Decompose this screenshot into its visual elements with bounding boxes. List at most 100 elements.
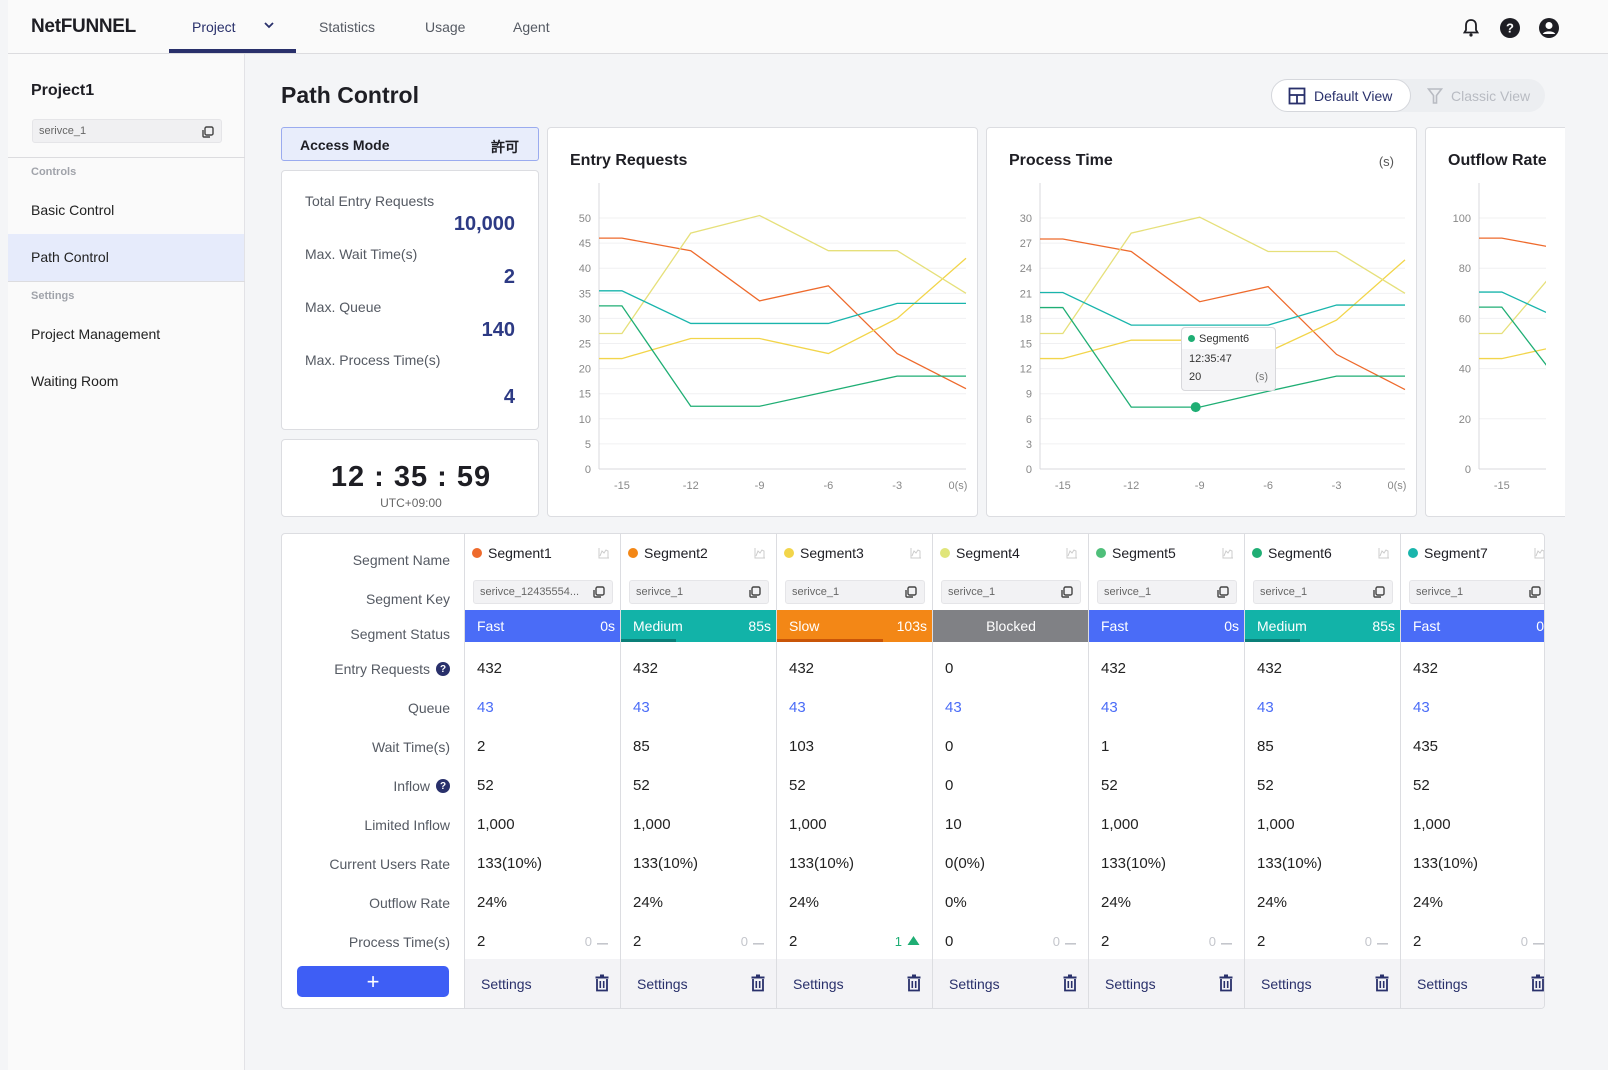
segment-key-field[interactable]: serivce_12435554... bbox=[473, 580, 613, 604]
copy-icon[interactable] bbox=[905, 586, 917, 598]
segment-settings-button[interactable]: Settings bbox=[1261, 976, 1312, 992]
segment-name[interactable]: Segment4 bbox=[940, 545, 1020, 561]
status-time: 85s bbox=[1372, 618, 1395, 634]
copy-icon[interactable] bbox=[593, 586, 605, 598]
stat-label: Total Entry Requests bbox=[305, 193, 435, 209]
help-icon[interactable]: ? bbox=[436, 662, 450, 676]
outflow-rate-value: 24% bbox=[633, 894, 664, 911]
chart-toggle-icon[interactable] bbox=[910, 546, 922, 559]
queue-value[interactable]: 43 bbox=[945, 699, 962, 716]
entry-requests-chart[interactable]: 0 5 10 15 20 25 30 35 40 45 50 -15 -12 -9 -6 -3 0(s) bbox=[548, 128, 978, 517]
segment-name[interactable]: Segment7 bbox=[1408, 545, 1488, 561]
y-tick-label: 5 bbox=[585, 439, 591, 451]
queue-value[interactable]: 43 bbox=[1101, 699, 1118, 716]
sidebar-item-path-control[interactable]: Path Control bbox=[8, 234, 244, 281]
segment-column: Segment2 serivce_1 Medium 85s 432 43 85 52 1,000… bbox=[620, 534, 777, 1008]
segment-key-field[interactable]: serivce_1 bbox=[1097, 580, 1237, 604]
outflow-rate-value: 0% bbox=[945, 894, 967, 911]
default-view-button[interactable]: Default View bbox=[1271, 79, 1411, 112]
segment-settings-button[interactable]: Settings bbox=[481, 976, 532, 992]
copy-icon[interactable] bbox=[202, 126, 214, 138]
wait-time-value: 103 bbox=[789, 738, 815, 755]
chart-toggle-icon[interactable] bbox=[1378, 546, 1390, 559]
help-icon[interactable]: ? bbox=[436, 779, 450, 793]
chevron-down-icon[interactable] bbox=[262, 18, 276, 32]
segment-settings-button[interactable]: Settings bbox=[637, 976, 688, 992]
segment-key-field[interactable]: serivce_1 bbox=[1409, 580, 1544, 604]
series-line-segment4[interactable] bbox=[1040, 216, 1406, 335]
chart-toggle-icon[interactable] bbox=[1534, 546, 1544, 559]
x-tick-label: -9 bbox=[755, 480, 765, 492]
stat-value: 2 bbox=[503, 266, 515, 288]
series-line-segment1[interactable] bbox=[1479, 237, 1546, 251]
add-segment-button[interactable]: + bbox=[297, 966, 449, 997]
sidebar-item-basic-control[interactable]: Basic Control bbox=[8, 187, 244, 234]
help-icon[interactable]: ? bbox=[1499, 17, 1521, 39]
segment-settings-button[interactable]: Settings bbox=[1417, 976, 1468, 992]
segment-name[interactable]: Segment3 bbox=[784, 545, 864, 561]
highlight-point[interactable] bbox=[1190, 402, 1201, 413]
process-time-chart[interactable]: 0 3 6 9 12 15 18 21 24 27 30 -15 -12 -9 -6 -3 0(s) bbox=[987, 128, 1417, 517]
section-controls: Controls bbox=[31, 166, 77, 178]
clock-seconds: 59 bbox=[456, 461, 492, 493]
process-time-value: 2 bbox=[1101, 933, 1110, 950]
segment-settings-button[interactable]: Settings bbox=[1105, 976, 1156, 992]
x-tick-label: -15 bbox=[1055, 480, 1071, 492]
chart-toggle-icon[interactable] bbox=[1066, 546, 1078, 559]
series-line-segment4[interactable] bbox=[599, 214, 967, 335]
logo[interactable]: NetFUNNEL bbox=[31, 16, 136, 38]
trash-icon[interactable] bbox=[1531, 974, 1544, 992]
inflow-value: 52 bbox=[1257, 777, 1274, 794]
layout-icon bbox=[1288, 87, 1306, 104]
trash-icon[interactable] bbox=[751, 974, 765, 992]
classic-view-button[interactable]: Classic View bbox=[1411, 79, 1545, 112]
copy-icon[interactable] bbox=[1529, 586, 1541, 598]
trash-icon[interactable] bbox=[595, 974, 609, 992]
segment-name[interactable]: Segment1 bbox=[472, 545, 552, 561]
queue-value[interactable]: 43 bbox=[477, 699, 494, 716]
y-tick-label: 45 bbox=[579, 238, 591, 250]
outflow-rate-chart-card: Outflow Rate 0 20 40 60 80 100 -15 bbox=[1425, 127, 1565, 517]
segment-key-field[interactable]: serivce_1 bbox=[941, 580, 1081, 604]
status-label: Fast bbox=[477, 618, 505, 634]
outflow-rate-chart[interactable]: 0 20 40 60 80 100 -15 bbox=[1426, 128, 1546, 517]
sidebar-item-waiting-room[interactable]: Waiting Room bbox=[8, 358, 244, 405]
trash-icon[interactable] bbox=[1375, 974, 1389, 992]
nav-project[interactable]: Project bbox=[192, 19, 236, 35]
trash-icon[interactable] bbox=[1219, 974, 1233, 992]
segment-settings-button[interactable]: Settings bbox=[949, 976, 1000, 992]
nav-statistics[interactable]: Statistics bbox=[319, 19, 375, 35]
trash-icon[interactable] bbox=[1063, 974, 1077, 992]
series-line-segment1[interactable] bbox=[599, 237, 967, 390]
process-time-value: 0 bbox=[945, 933, 954, 950]
series-line-segment6[interactable] bbox=[599, 305, 966, 407]
copy-icon[interactable] bbox=[1061, 586, 1073, 598]
series-line-segment6[interactable] bbox=[1479, 306, 1546, 396]
trash-icon[interactable] bbox=[907, 974, 921, 992]
access-mode-card[interactable]: Access Mode 許可 bbox=[281, 127, 539, 161]
copy-icon[interactable] bbox=[749, 586, 761, 598]
segment-key-field[interactable]: serivce_1 bbox=[629, 580, 769, 604]
segment-key-field[interactable]: serivce_1 bbox=[1253, 580, 1393, 604]
segment-color-dot bbox=[628, 548, 638, 558]
queue-value[interactable]: 43 bbox=[1413, 699, 1430, 716]
copy-icon[interactable] bbox=[1373, 586, 1385, 598]
bell-icon[interactable] bbox=[1460, 17, 1482, 39]
queue-value[interactable]: 43 bbox=[1257, 699, 1274, 716]
nav-usage[interactable]: Usage bbox=[425, 19, 465, 35]
user-icon[interactable] bbox=[1538, 17, 1560, 39]
chart-toggle-icon[interactable] bbox=[598, 546, 610, 559]
chart-toggle-icon[interactable] bbox=[1222, 546, 1234, 559]
segment-name[interactable]: Segment5 bbox=[1096, 545, 1176, 561]
chart-toggle-icon[interactable] bbox=[754, 546, 766, 559]
sidebar-item-project-management[interactable]: Project Management bbox=[8, 311, 244, 358]
queue-value[interactable]: 43 bbox=[633, 699, 650, 716]
segment-name[interactable]: Segment6 bbox=[1252, 545, 1332, 561]
segment-name[interactable]: Segment2 bbox=[628, 545, 708, 561]
copy-icon[interactable] bbox=[1217, 586, 1229, 598]
queue-value[interactable]: 43 bbox=[789, 699, 806, 716]
nav-agent[interactable]: Agent bbox=[513, 19, 550, 35]
segment-key-field[interactable]: serivce_1 bbox=[785, 580, 925, 604]
segment-settings-button[interactable]: Settings bbox=[793, 976, 844, 992]
project-key-field[interactable]: serivce_1 bbox=[32, 119, 222, 143]
